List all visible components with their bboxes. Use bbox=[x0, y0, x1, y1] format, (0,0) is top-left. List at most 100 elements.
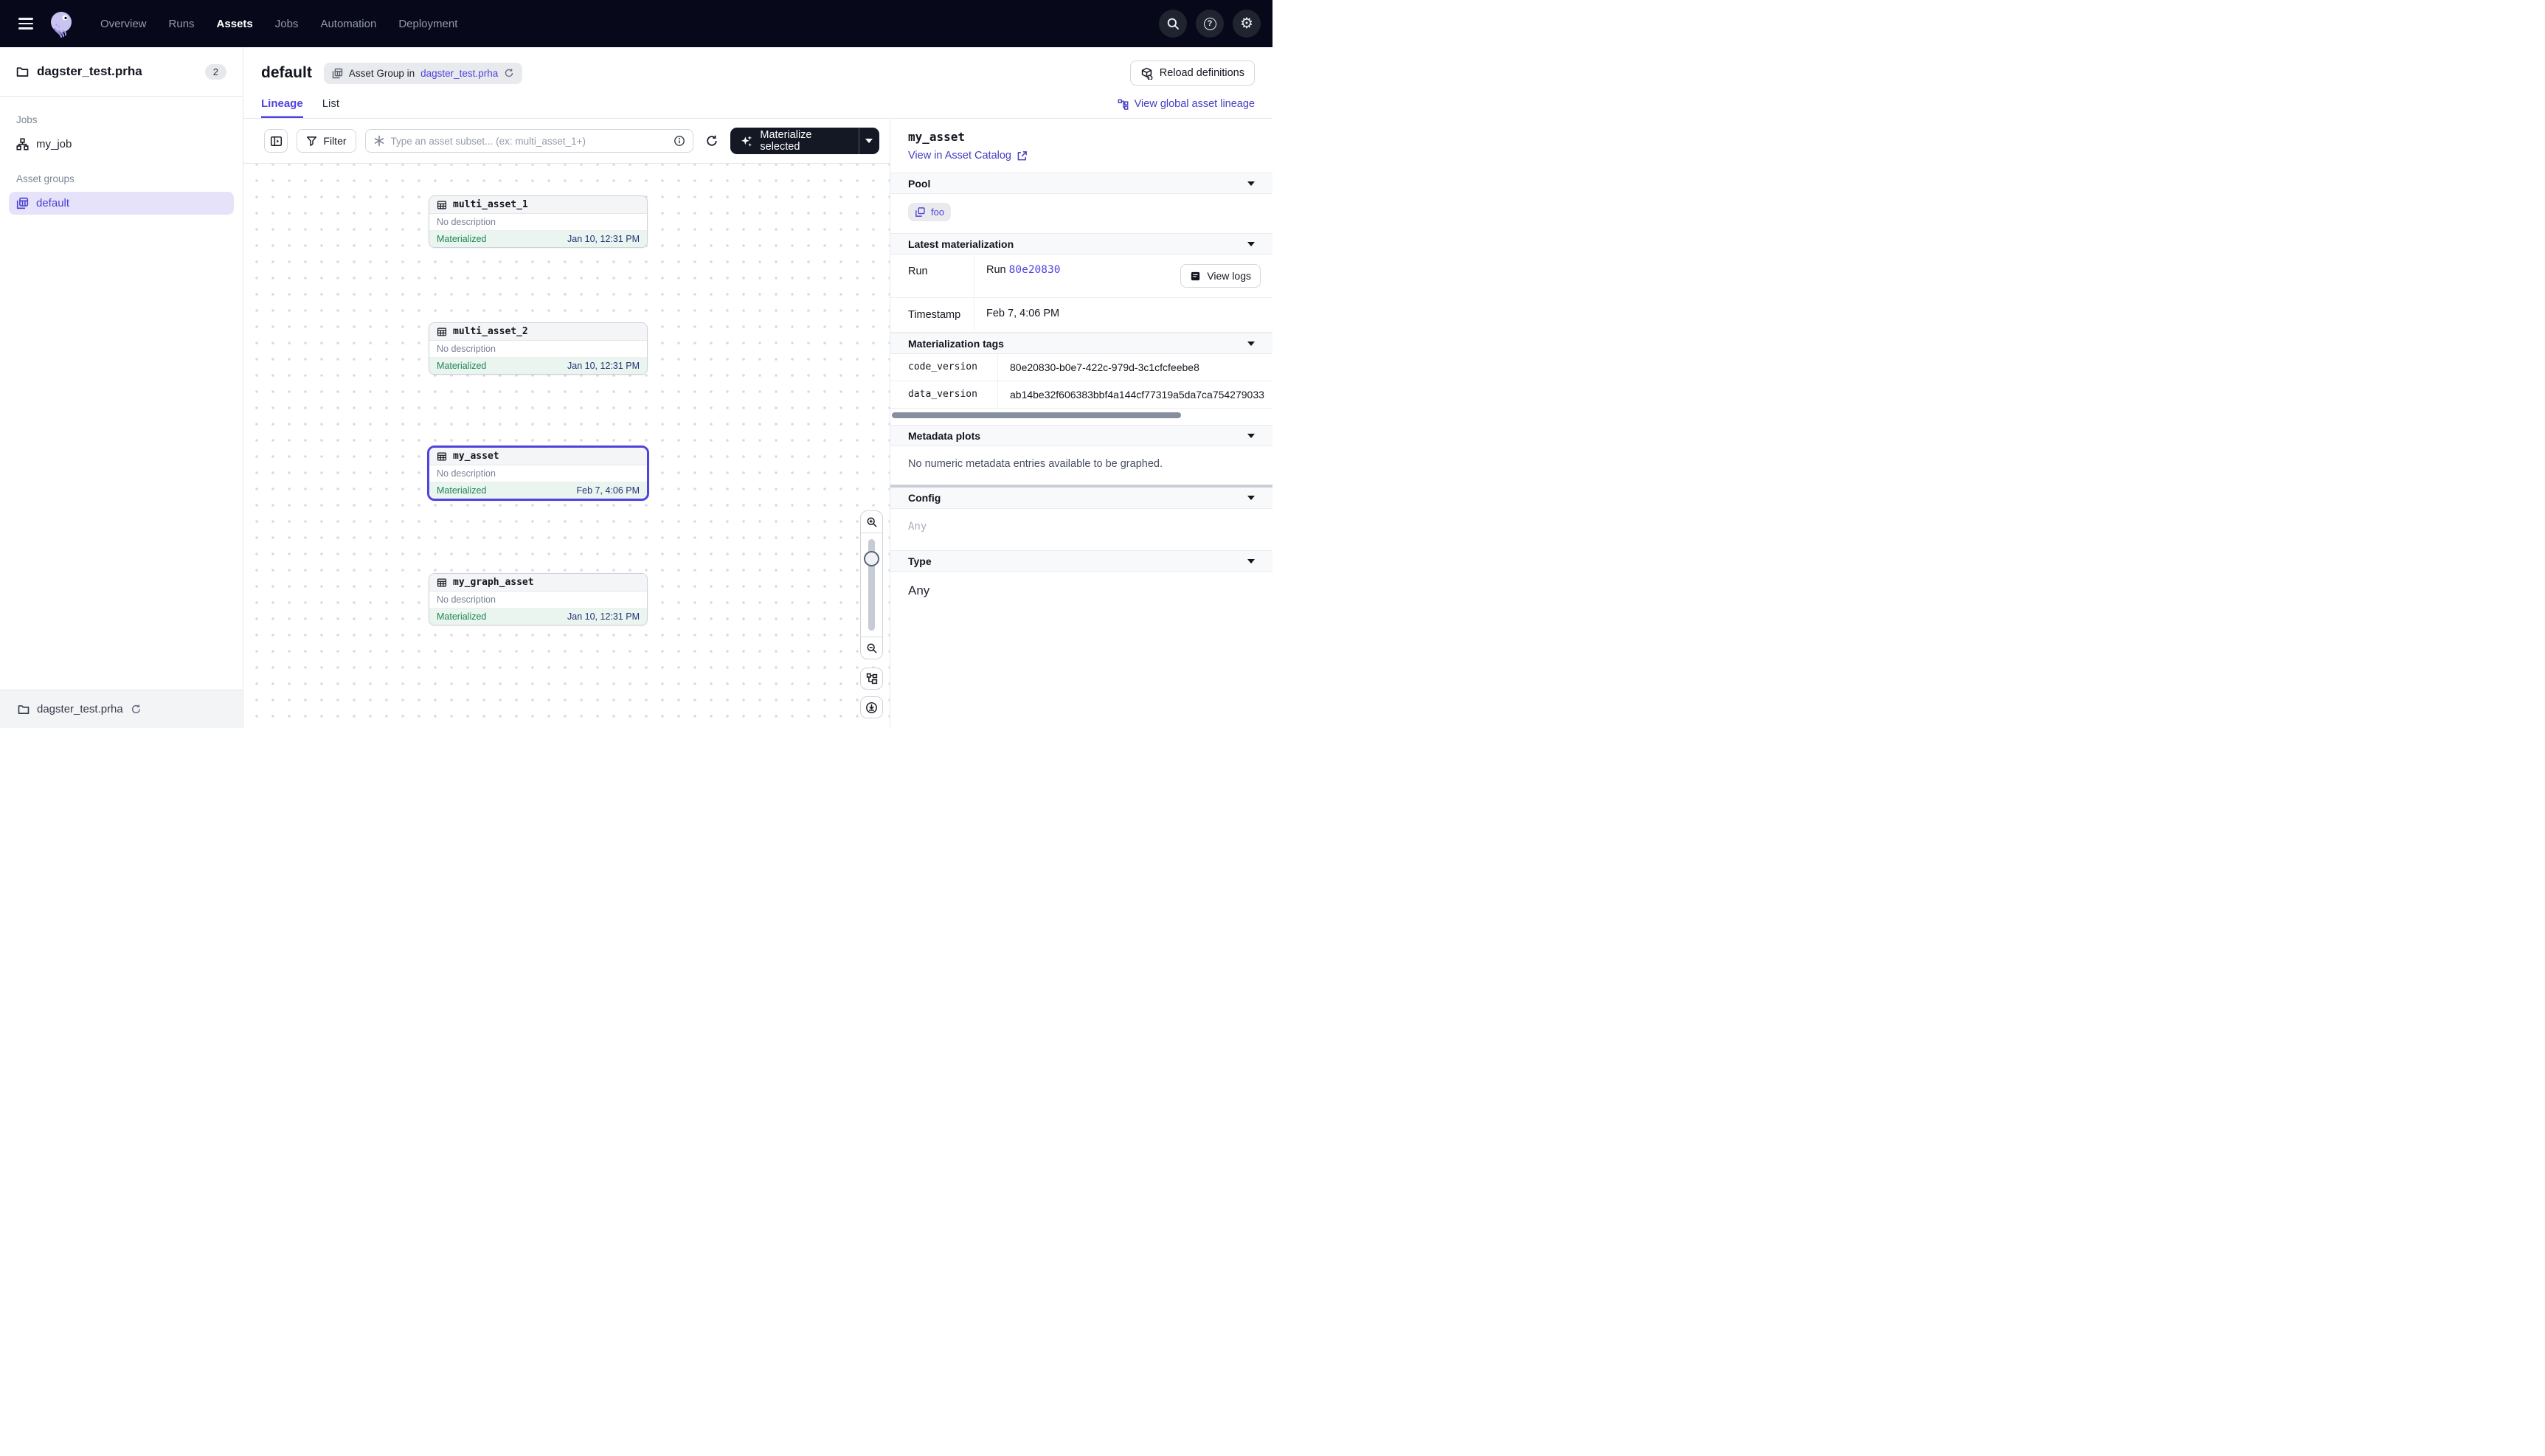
arrange-graph-button[interactable] bbox=[860, 668, 883, 690]
folder-icon bbox=[18, 704, 30, 715]
asset-subset-input[interactable] bbox=[391, 136, 668, 147]
tabs: Lineage List View global asset lineage bbox=[261, 97, 1255, 118]
info-icon[interactable] bbox=[674, 135, 685, 147]
filter-button[interactable]: Filter bbox=[297, 129, 356, 153]
view-in-asset-catalog-link[interactable]: View in Asset Catalog bbox=[908, 150, 1255, 162]
footer-repo-name: dagster_test.prha bbox=[37, 703, 123, 715]
section-header-metadata-plots[interactable]: Metadata plots bbox=[890, 425, 1272, 446]
asset-groups-section-label: Asset groups bbox=[0, 156, 243, 192]
menu-icon[interactable] bbox=[12, 10, 40, 38]
folder-icon bbox=[16, 66, 29, 78]
top-nav: Overview Runs Assets Jobs Automation Dep… bbox=[0, 0, 1272, 47]
refresh-graph-icon[interactable] bbox=[702, 131, 721, 150]
tab-list[interactable]: List bbox=[322, 97, 339, 118]
asset-table-icon bbox=[437, 200, 447, 210]
nav-actions: ? ⚙ bbox=[1159, 10, 1261, 38]
zoom-slider-handle[interactable] bbox=[864, 551, 879, 566]
zoom-out-button[interactable] bbox=[861, 637, 882, 659]
materialization-timestamp: Jan 10, 12:31 PM bbox=[567, 611, 640, 622]
tab-lineage[interactable]: Lineage bbox=[261, 97, 303, 118]
pool-tag-foo[interactable]: foo bbox=[908, 203, 951, 221]
section-header-pool[interactable]: Pool bbox=[890, 173, 1272, 194]
timestamp-row: Timestamp Feb 7, 4:06 PM bbox=[890, 298, 1272, 333]
asset-table-icon bbox=[437, 327, 447, 337]
panel-toggle-icon bbox=[270, 135, 283, 148]
asset-description: No description bbox=[429, 341, 647, 358]
zoom-out-icon bbox=[866, 642, 878, 654]
tag-value: 80e20830-b0e7-422c-979d-3c1cfcfeebe8 bbox=[998, 354, 1272, 381]
refresh-icon[interactable] bbox=[504, 68, 514, 78]
tag-row-data-version: data_version ab14be32f606383bbf4a144cf77… bbox=[890, 381, 1272, 409]
lineage-canvas[interactable]: multi_asset_1 No description Materialize… bbox=[243, 164, 890, 728]
nav-item-runs[interactable]: Runs bbox=[169, 18, 195, 30]
type-value: Any bbox=[890, 572, 1272, 610]
dagster-logo-icon[interactable] bbox=[47, 10, 75, 38]
sidebar-item-group-default[interactable]: default bbox=[9, 192, 234, 215]
asset-name: multi_asset_1 bbox=[453, 199, 528, 210]
asset-node-my-graph-asset[interactable]: my_graph_asset No description Materializ… bbox=[429, 573, 648, 625]
chip-repo-link[interactable]: dagster_test.prha bbox=[420, 68, 498, 79]
horizontal-scrollbar[interactable] bbox=[892, 412, 1181, 418]
asset-table-icon bbox=[437, 578, 447, 588]
asset-name: my_graph_asset bbox=[453, 577, 534, 588]
main-area: default Asset Group in dagster_test.prha… bbox=[243, 47, 1272, 728]
reload-definitions-label: Reload definitions bbox=[1160, 67, 1244, 79]
reload-definitions-button[interactable]: Reload definitions bbox=[1130, 60, 1255, 86]
copy-stack-icon bbox=[915, 207, 926, 218]
graph-toolbar: Filter Materialize selected bbox=[243, 119, 890, 164]
run-label: Run bbox=[890, 254, 974, 297]
repo-name: dagster_test.prha bbox=[37, 64, 142, 79]
lineage-graph-icon bbox=[1118, 99, 1129, 110]
download-image-button[interactable] bbox=[860, 696, 883, 718]
materialization-timestamp: Feb 7, 4:06 PM bbox=[577, 485, 640, 496]
zoom-in-button[interactable] bbox=[861, 511, 882, 533]
job-name: my_job bbox=[36, 138, 72, 150]
asset-node-multi-asset-2[interactable]: multi_asset_2 No description Materialize… bbox=[429, 322, 648, 375]
settings-gear-icon[interactable]: ⚙ bbox=[1233, 10, 1261, 38]
sidebar: dagster_test.prha 2 Jobs my_job Asset gr… bbox=[0, 47, 243, 728]
config-value: Any bbox=[890, 509, 1272, 550]
nav-item-jobs[interactable]: Jobs bbox=[275, 18, 299, 30]
nav-item-deployment[interactable]: Deployment bbox=[398, 18, 457, 30]
chevron-down-icon bbox=[1247, 496, 1255, 500]
asset-group-chip: Asset Group in dagster_test.prha bbox=[324, 63, 522, 84]
view-global-asset-lineage-link[interactable]: View global asset lineage bbox=[1118, 98, 1255, 118]
materialized-status: Materialized bbox=[437, 234, 486, 244]
nav-item-overview[interactable]: Overview bbox=[100, 18, 147, 30]
chevron-down-icon bbox=[1247, 242, 1255, 246]
panel-asset-title: my_asset bbox=[908, 130, 1255, 144]
nav-item-assets[interactable]: Assets bbox=[217, 18, 253, 30]
section-header-type[interactable]: Type bbox=[890, 550, 1272, 572]
lineage-graph-pane: Filter Materialize selected bbox=[243, 119, 890, 728]
download-icon bbox=[865, 701, 878, 714]
timestamp-value: Feb 7, 4:06 PM bbox=[986, 308, 1059, 319]
chevron-down-icon bbox=[1247, 559, 1255, 564]
reload-repo-icon[interactable] bbox=[131, 704, 142, 715]
help-icon[interactable]: ? bbox=[1196, 10, 1224, 38]
filter-label: Filter bbox=[323, 135, 346, 147]
asset-node-my-asset[interactable]: my_asset No description MaterializedFeb … bbox=[427, 446, 649, 501]
tag-key: code_version bbox=[890, 354, 998, 381]
asset-subset-search bbox=[365, 129, 694, 153]
chip-prefix: Asset Group in bbox=[349, 68, 415, 79]
asset-node-multi-asset-1[interactable]: multi_asset_1 No description Materialize… bbox=[429, 195, 648, 248]
section-header-latest-materialization[interactable]: Latest materialization bbox=[890, 233, 1272, 254]
external-link-icon bbox=[1017, 150, 1028, 162]
nav-item-automation[interactable]: Automation bbox=[320, 18, 376, 30]
view-logs-button[interactable]: View logs bbox=[1180, 264, 1261, 288]
repo-selector[interactable]: dagster_test.prha 2 bbox=[0, 47, 243, 97]
run-id-link[interactable]: 80e20830 bbox=[1009, 264, 1061, 276]
toggle-sidebar-panel-button[interactable] bbox=[264, 129, 288, 153]
job-icon bbox=[16, 138, 29, 150]
sidebar-item-my-job[interactable]: my_job bbox=[9, 133, 234, 156]
materialize-selected-main[interactable]: Materialize selected bbox=[730, 128, 858, 154]
materialize-dropdown-toggle[interactable] bbox=[859, 128, 879, 154]
asset-subset-icon bbox=[373, 135, 385, 147]
section-header-config[interactable]: Config bbox=[890, 488, 1272, 509]
asset-group-icon bbox=[16, 197, 29, 209]
search-icon[interactable] bbox=[1159, 10, 1187, 38]
materialize-selected-button: Materialize selected bbox=[730, 128, 879, 154]
zoom-controls bbox=[860, 510, 883, 659]
run-value: Run 80e20830 bbox=[986, 264, 1060, 276]
section-header-materialization-tags[interactable]: Materialization tags bbox=[890, 333, 1272, 354]
